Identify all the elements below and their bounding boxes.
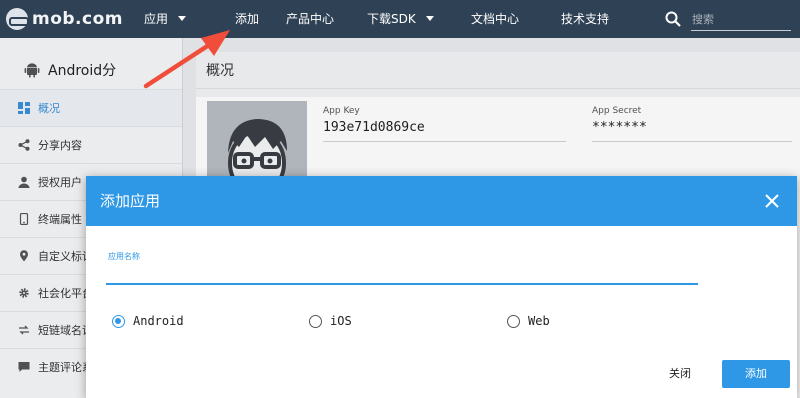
logo-mascot-icon bbox=[6, 8, 29, 30]
radio-label: Web bbox=[528, 314, 550, 328]
app-name-input[interactable] bbox=[106, 263, 698, 285]
close-icon[interactable] bbox=[764, 193, 780, 209]
add-button[interactable]: 添加 bbox=[722, 360, 790, 388]
nav-support-link[interactable]: 技术支持 bbox=[561, 0, 609, 38]
radio-unchecked-icon bbox=[309, 314, 322, 328]
nav-apps-label: 应用 bbox=[144, 12, 169, 26]
radio-unchecked-icon bbox=[507, 314, 520, 328]
add-app-dialog: 添加应用 应用名称 Android iOS Web 关闭 添加 bbox=[86, 176, 797, 398]
nav-download-sdk-label: 下载SDK bbox=[367, 12, 416, 26]
logo[interactable]: mob.com bbox=[6, 8, 123, 30]
dialog-title: 添加应用 bbox=[100, 192, 161, 210]
platform-radio-android[interactable]: Android bbox=[112, 314, 184, 328]
top-navbar: mob.com 应用 添加 产品中心 下载SDK 文档中心 技术支持 bbox=[0, 0, 800, 38]
app-name-label: 应用名称 bbox=[108, 252, 140, 261]
radio-label: iOS bbox=[330, 314, 352, 328]
radio-checked-icon bbox=[112, 314, 125, 328]
chevron-down-icon bbox=[178, 16, 187, 21]
nav-download-sdk-menu[interactable]: 下载SDK bbox=[367, 0, 434, 38]
platform-radio-ios[interactable]: iOS bbox=[309, 314, 352, 328]
logo-text: mob.com bbox=[32, 9, 123, 29]
platform-radio-web[interactable]: Web bbox=[507, 314, 550, 328]
search-icon[interactable] bbox=[665, 11, 681, 27]
search-input[interactable] bbox=[691, 9, 791, 31]
nav-products-link[interactable]: 产品中心 bbox=[286, 0, 334, 38]
close-button[interactable]: 关闭 bbox=[662, 360, 698, 388]
nav-docs-link[interactable]: 文档中心 bbox=[471, 0, 519, 38]
dialog-header: 添加应用 bbox=[86, 176, 797, 226]
chevron-down-icon bbox=[425, 16, 434, 21]
radio-label: Android bbox=[133, 314, 184, 328]
nav-add-link[interactable]: 添加 bbox=[235, 0, 259, 38]
nav-apps-menu[interactable]: 应用 bbox=[144, 0, 187, 38]
